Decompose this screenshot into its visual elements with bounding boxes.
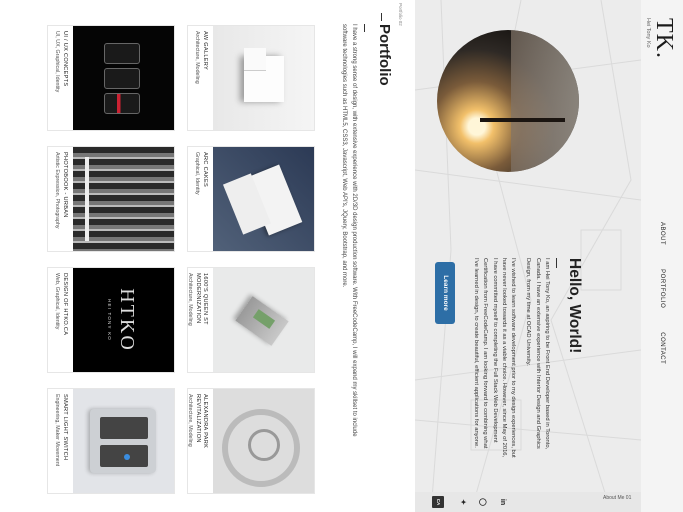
nav-link-contact[interactable]: CONTACT [659, 332, 665, 364]
site-subtitle: Hei Tony Ko [645, 18, 651, 48]
htko-logo-text: HTKO [116, 288, 138, 352]
nav-links: ABOUT PORTFOLIO CONTACT [659, 222, 665, 364]
card-tags: UI, UX, Graphical, Identity [54, 31, 61, 93]
nav-link-about[interactable]: ABOUT [659, 222, 665, 245]
card-title: ALEXANDRA PARK REVITALIZATION [195, 394, 208, 449]
hero-divider [556, 258, 557, 268]
social-sidebar: About Me 01 in ◯ ✦ CA [415, 492, 641, 512]
hero-title: Hello, World! [566, 258, 583, 354]
portfolio-card-aw-gallery[interactable]: AW GALLERY Architecture, Modeling [187, 25, 315, 131]
switch-thumbnail [73, 389, 174, 493]
card-tags: Architecture, Modeling [194, 31, 201, 84]
htko-logo-thumbnail: HTKO HEI TONY KO [73, 268, 174, 372]
card-title: SMART LIGHT SWITCH [62, 394, 68, 461]
business-card-thumbnail [213, 147, 314, 251]
navbar: TK. Hei Tony Ko ABOUT PORTFOLIO CONTACT [640, 0, 683, 512]
card-title: UI / UX CONCEPTS [62, 31, 68, 87]
portfolio-card-photobook[interactable]: PHOTOBOOK - URBAN Artistic Expression, P… [47, 146, 175, 252]
portfolio-section-label: Portfolio 02 [398, 3, 403, 26]
github-icon[interactable]: ◯ [476, 496, 488, 508]
portfolio-card-arc-cakes[interactable]: ARC CAKES Graphical, Identity [187, 146, 315, 252]
about-section-label: About Me 01 [603, 495, 632, 501]
card-tags: Artistic Expression, Photography [54, 152, 61, 229]
hero-paragraph: I am Hei Tony Ko, an aspiring to be Fron… [525, 258, 550, 450]
linkedin-icon[interactable]: in [496, 496, 508, 508]
portfolio-card-smart-switch[interactable]: SMART LIGHT SWITCH Engineering, Maker Mo… [47, 388, 175, 494]
portfolio-title: Portfolio [376, 24, 393, 86]
gallery-thumbnail [213, 26, 314, 130]
site-logo[interactable]: TK. [650, 18, 677, 59]
hero-paragraph: I've wished to learn software developmen… [473, 258, 517, 458]
card-title: ARC CAKES [202, 152, 208, 188]
portfolio-card-queen-st[interactable]: 1600'S QUEEN ST MODERNIZATION Architectu… [187, 267, 315, 373]
card-title: PHOTOBOOK - URBAN [62, 152, 68, 218]
portfolio-card-htko[interactable]: HTKO HEI TONY KO DESIGN OF HTKO.CA Web, … [47, 267, 175, 373]
app-screens-thumbnail [73, 26, 174, 130]
card-title: DESIGN OF HTKO.CA [62, 273, 68, 336]
portfolio-card-ui-ux[interactable]: UI / UX CONCEPTS UI, UX, Graphical, Iden… [47, 25, 175, 131]
card-tags: Architecture, Modeling [187, 273, 194, 326]
portfolio-divider [364, 24, 365, 32]
portfolio-description: I have a strong sense of design, with ex… [340, 24, 357, 437]
portfolio-divider-top [381, 13, 382, 21]
page: TK. Hei Tony Ko ABOUT PORTFOLIO CONTACT … [0, 0, 683, 512]
card-title: AW GALLERY [202, 31, 208, 71]
urban-photo-thumbnail [73, 147, 174, 251]
htko-logo-subtext: HEI TONY KO [107, 299, 112, 341]
card-tags: Engineering, Maker Movement [54, 394, 61, 467]
twitter-icon[interactable]: ✦ [456, 496, 468, 508]
portfolio-card-alexandra-park[interactable]: ALEXANDRA PARK REVITALIZATION Architectu… [187, 388, 315, 494]
hero-section: Hello, World! I am Hei Tony Ko, an aspir… [415, 0, 641, 512]
flag-icon[interactable]: CA [432, 496, 444, 508]
hero-intro: I am Hei Tony Ko, an aspiring to be Fron… [465, 258, 551, 458]
card-tags: Architecture, Modeling [187, 394, 194, 447]
card-tags: Web, Graphical, Identity [54, 273, 61, 330]
profile-photo [437, 30, 579, 172]
nav-link-portfolio[interactable]: PORTFOLIO [659, 269, 665, 308]
portfolio-section: Portfolio 02 Portfolio I have a strong s… [0, 0, 415, 512]
park-thumbnail [213, 389, 314, 493]
card-title: 1600'S QUEEN ST MODERNIZATION [195, 273, 208, 325]
model-thumbnail [213, 268, 314, 372]
card-tags: Graphical, Identity [194, 152, 201, 195]
learn-more-button[interactable]: Learn more [435, 262, 455, 324]
